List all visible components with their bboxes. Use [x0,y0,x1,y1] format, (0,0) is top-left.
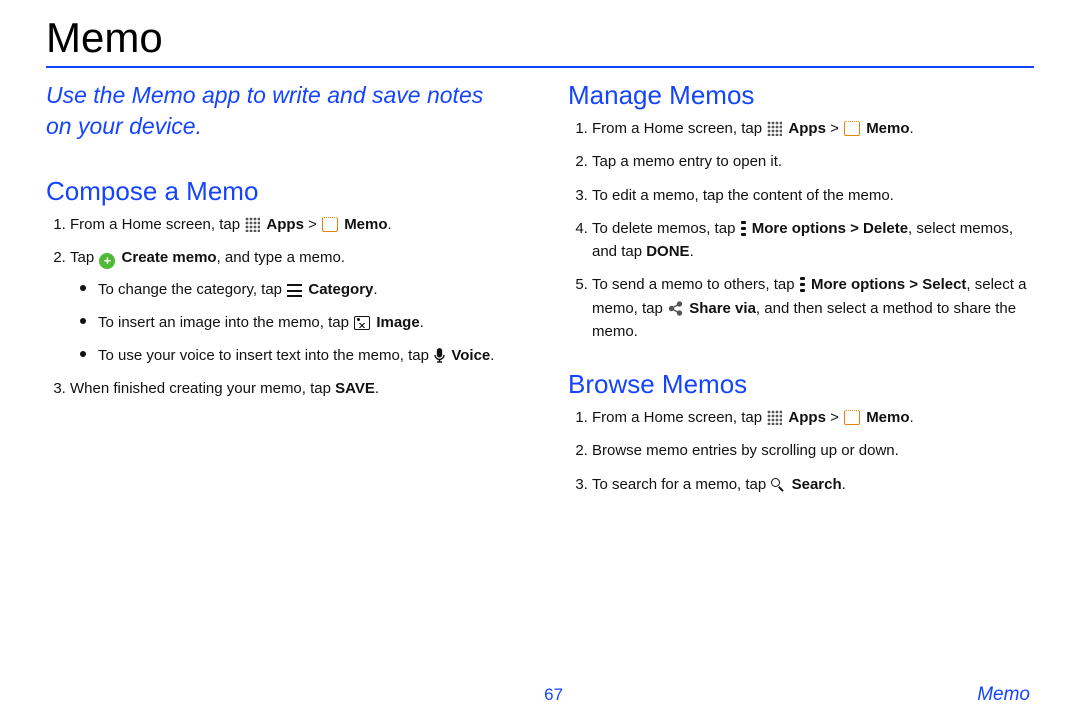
left-column: Use the Memo app to write and save notes… [46,80,512,684]
text: From a Home screen, tap [70,216,244,233]
more-options-icon [800,277,805,292]
intro-text: Use the Memo app to write and save notes… [46,80,512,142]
text: To send a memo to others, tap [592,276,799,293]
bold-more: More options [752,220,846,237]
memo-icon [844,410,860,425]
plus-icon: + [99,253,115,269]
bold-search: Search [792,476,842,493]
bold-voice: Voice [451,347,490,364]
manage-heading: Manage Memos [568,80,1034,111]
text: To search for a memo, tap [592,476,770,493]
list-item: When finished creating your memo, tap SA… [70,377,512,400]
list-item: Tap a memo entry to open it. [592,150,1034,173]
text: , and type a memo. [217,249,345,266]
text: > [826,409,843,426]
bold-save: SAVE [335,380,375,397]
share-icon [668,301,683,316]
bold-image: Image [376,314,419,331]
page-number: 67 [544,685,563,705]
bold-create: Create memo [122,249,217,266]
bold-more: More options [811,276,905,293]
list-item: From a Home screen, tap Apps > Memo. [592,117,1034,140]
text: From a Home screen, tap [592,409,766,426]
bold-apps: Apps [266,216,304,233]
title-rule [46,66,1034,68]
bold-apps: Apps [788,120,826,137]
list-item: To send a memo to others, tap More optio… [592,273,1034,343]
list-item: To insert an image into the memo, tap Im… [80,311,512,334]
manage-steps: From a Home screen, tap Apps > Memo. Tap… [568,117,1034,343]
list-item: Tap + Create memo, and type a memo. To c… [70,246,512,367]
list-item: Browse memo entries by scrolling up or d… [592,439,1034,462]
browse-steps: From a Home screen, tap Apps > Memo. Bro… [568,406,1034,496]
page-title: Memo [46,14,1034,62]
memo-icon [322,217,338,232]
category-icon [287,284,302,297]
apps-icon [767,410,782,425]
footer-section-label: Memo [977,684,1030,706]
search-icon [771,478,785,492]
text: When finished creating your memo, tap [70,380,335,397]
list-item: To change the category, tap Category. [80,278,512,301]
compose-heading: Compose a Memo [46,176,512,207]
page-footer: 67 Memo [46,684,1034,710]
compose-steps: From a Home screen, tap Apps > Memo. [46,213,512,401]
text: Tap [70,249,98,266]
bold-apps: Apps [788,409,826,426]
text: To delete memos, tap [592,220,740,237]
text: To use your voice to insert text into th… [98,347,433,364]
right-column: Manage Memos From a Home screen, tap App… [568,80,1034,684]
memo-icon [844,121,860,136]
bold-delete: > Delete [846,220,908,237]
voice-icon [434,348,445,363]
text: > [304,216,321,233]
bold-done: DONE [646,243,689,260]
bold-memo: Memo [344,216,387,233]
text: > [826,120,843,137]
text: To change the category, tap [98,281,286,298]
text: From a Home screen, tap [592,120,766,137]
list-item: From a Home screen, tap Apps > Memo. [70,213,512,236]
list-item: To delete memos, tap More options > Dele… [592,217,1034,264]
bold-memo: Memo [866,409,909,426]
list-item: To search for a memo, tap Search. [592,473,1034,496]
apps-icon [245,217,260,232]
more-options-icon [741,221,746,236]
list-item: To use your voice to insert text into th… [80,344,512,367]
browse-heading: Browse Memos [568,369,1034,400]
text: To insert an image into the memo, tap [98,314,353,331]
bold-memo: Memo [866,120,909,137]
bold-category: Category [308,281,373,298]
bold-share: Share via [689,300,756,317]
apps-icon [767,121,782,136]
bold-select: > Select [905,276,966,293]
list-item: From a Home screen, tap Apps > Memo. [592,406,1034,429]
image-icon [354,316,370,330]
list-item: To edit a memo, tap the content of the m… [592,184,1034,207]
